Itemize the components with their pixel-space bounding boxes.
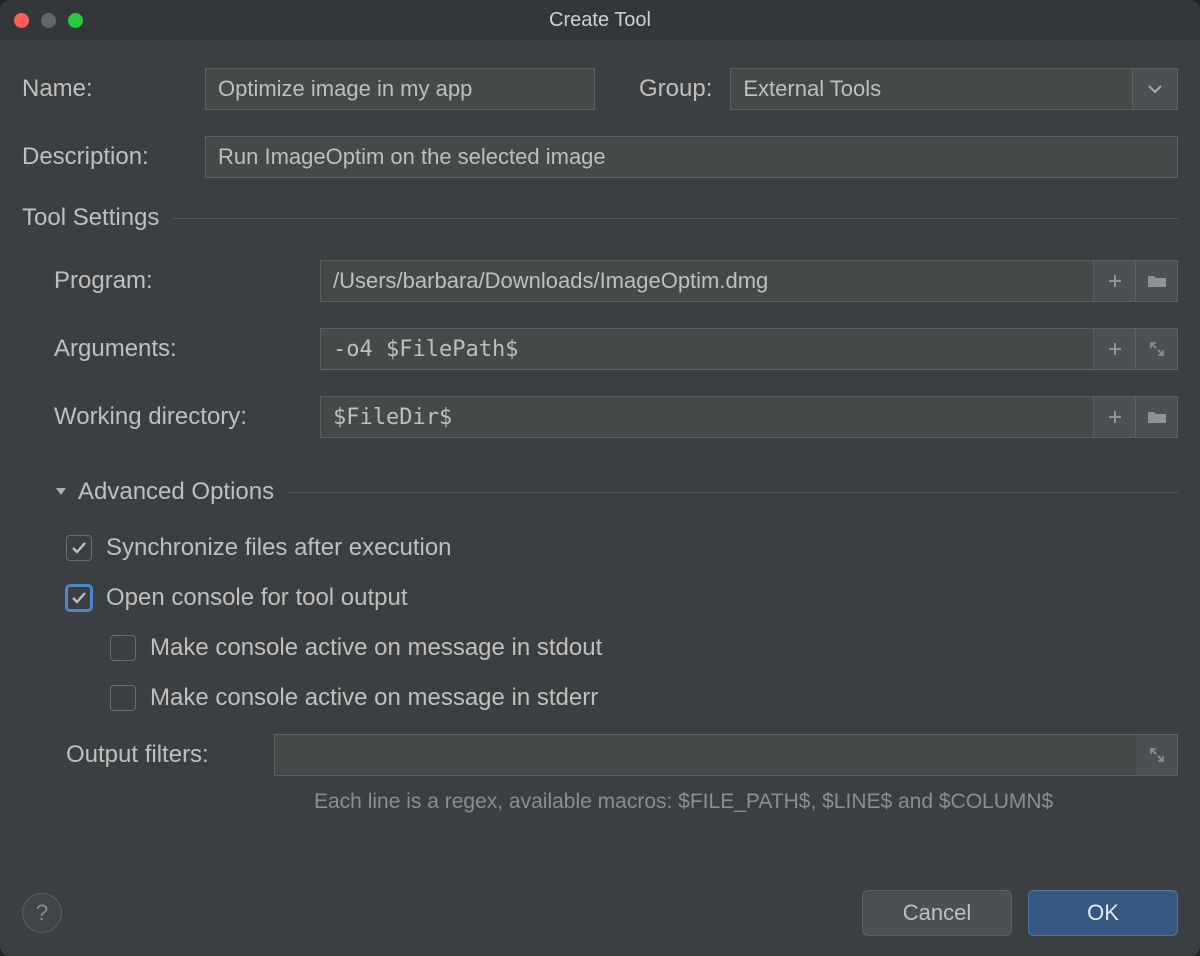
active-stderr-label: Make console active on message in stderr	[150, 684, 598, 712]
description-label: Description:	[22, 143, 187, 171]
folder-icon	[1147, 273, 1167, 289]
working-dir-row: Working directory: $FileDir$	[54, 396, 1178, 438]
expand-icon	[1149, 747, 1165, 763]
active-stderr-checkbox[interactable]	[110, 685, 136, 711]
program-insert-macro-button[interactable]	[1094, 260, 1136, 302]
program-label: Program:	[54, 267, 302, 295]
help-icon: ?	[36, 900, 48, 926]
arguments-input[interactable]: -o4 $FilePath$	[320, 328, 1094, 370]
tool-settings-section: Tool Settings Program: /Users/barbara/Do…	[22, 204, 1178, 438]
working-dir-input-group: $FileDir$	[320, 396, 1178, 438]
sync-files-label: Synchronize files after execution	[106, 534, 452, 562]
minimize-window-button[interactable]	[41, 13, 56, 28]
working-dir-value: $FileDir$	[333, 405, 452, 430]
dialog-body: Name: Optimize image in my app Group: Ex…	[0, 40, 1200, 956]
working-dir-browse-button[interactable]	[1136, 396, 1178, 438]
name-group-row: Name: Optimize image in my app Group: Ex…	[22, 68, 1178, 110]
check-icon	[70, 539, 88, 557]
plus-icon	[1107, 341, 1123, 357]
active-stdout-checkbox[interactable]	[110, 635, 136, 661]
sync-files-checkbox[interactable]	[66, 535, 92, 561]
divider	[173, 218, 1178, 219]
arguments-row: Arguments: -o4 $FilePath$	[54, 328, 1178, 370]
help-button[interactable]: ?	[22, 893, 62, 933]
open-console-checkbox[interactable]	[66, 585, 92, 611]
output-filters-input-group	[274, 734, 1178, 776]
active-stdout-label: Make console active on message in stdout	[150, 634, 602, 662]
advanced-options-section: Advanced Options Synchronize files after…	[22, 478, 1178, 814]
dialog-footer: ? Cancel OK	[22, 890, 1178, 936]
output-filters-row: Output filters:	[66, 734, 1178, 776]
create-tool-dialog: Create Tool Name: Optimize image in my a…	[0, 0, 1200, 956]
group-select[interactable]: External Tools	[730, 68, 1178, 110]
window-controls	[14, 13, 83, 28]
arguments-expand-button[interactable]	[1136, 328, 1178, 370]
arguments-input-group: -o4 $FilePath$	[320, 328, 1178, 370]
name-label: Name:	[22, 75, 187, 103]
output-filters-hint: Each line is a regex, available macros: …	[66, 790, 1178, 814]
program-row: Program: /Users/barbara/Downloads/ImageO…	[54, 260, 1178, 302]
cancel-button[interactable]: Cancel	[862, 890, 1012, 936]
zoom-window-button[interactable]	[68, 13, 83, 28]
plus-icon	[1107, 273, 1123, 289]
name-input[interactable]: Optimize image in my app	[205, 68, 595, 110]
open-console-row[interactable]: Open console for tool output	[66, 584, 1178, 612]
window-title: Create Tool	[0, 9, 1200, 32]
folder-icon	[1147, 409, 1167, 425]
program-value: /Users/barbara/Downloads/ImageOptim.dmg	[333, 268, 768, 294]
active-stderr-row[interactable]: Make console active on message in stderr	[66, 684, 1178, 712]
program-input[interactable]: /Users/barbara/Downloads/ImageOptim.dmg	[320, 260, 1094, 302]
advanced-options-title: Advanced Options	[78, 478, 274, 506]
program-browse-button[interactable]	[1136, 260, 1178, 302]
group-dropdown-button[interactable]	[1132, 68, 1178, 110]
description-row: Description: Run ImageOptim on the selec…	[22, 136, 1178, 178]
output-filters-expand-button[interactable]	[1136, 734, 1178, 776]
expand-icon	[1149, 341, 1165, 357]
group-value: External Tools	[743, 76, 881, 102]
name-value: Optimize image in my app	[218, 76, 472, 102]
check-icon	[70, 589, 88, 607]
titlebar: Create Tool	[0, 0, 1200, 40]
close-window-button[interactable]	[14, 13, 29, 28]
chevron-down-icon	[1148, 84, 1162, 94]
advanced-checks: Synchronize files after execution Open c…	[54, 534, 1178, 814]
divider	[288, 492, 1178, 493]
advanced-options-header[interactable]: Advanced Options	[54, 478, 274, 506]
working-dir-label: Working directory:	[54, 403, 302, 431]
working-dir-insert-macro-button[interactable]	[1094, 396, 1136, 438]
description-input[interactable]: Run ImageOptim on the selected image	[205, 136, 1178, 178]
sync-files-row[interactable]: Synchronize files after execution	[66, 534, 1178, 562]
active-stdout-row[interactable]: Make console active on message in stdout	[66, 634, 1178, 662]
plus-icon	[1107, 409, 1123, 425]
program-input-group: /Users/barbara/Downloads/ImageOptim.dmg	[320, 260, 1178, 302]
chevron-down-icon	[54, 486, 68, 498]
output-filters-label: Output filters:	[66, 741, 256, 769]
arguments-insert-macro-button[interactable]	[1094, 328, 1136, 370]
group-label: Group:	[639, 75, 712, 103]
tool-settings-title: Tool Settings	[22, 204, 159, 232]
description-value: Run ImageOptim on the selected image	[218, 144, 606, 170]
output-filters-input[interactable]	[274, 734, 1136, 776]
working-dir-input[interactable]: $FileDir$	[320, 396, 1094, 438]
arguments-value: -o4 $FilePath$	[333, 337, 518, 362]
open-console-label: Open console for tool output	[106, 584, 408, 612]
ok-button[interactable]: OK	[1028, 890, 1178, 936]
arguments-label: Arguments:	[54, 335, 302, 363]
